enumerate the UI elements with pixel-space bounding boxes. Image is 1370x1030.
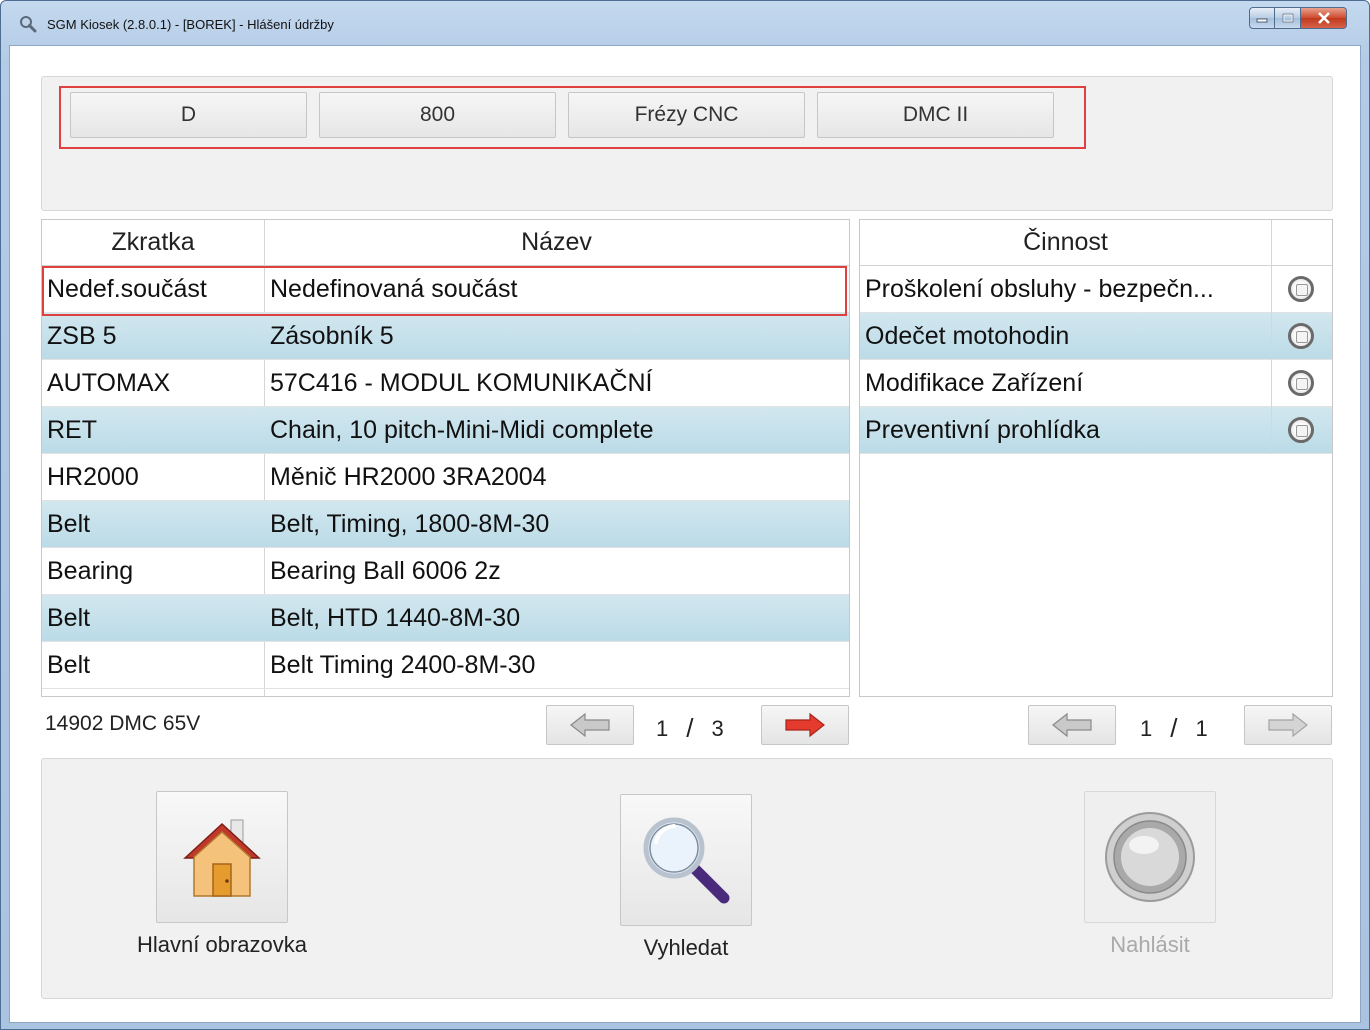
activities-table: Činnost Proškolení obsluhy - bezpečn... … — [859, 219, 1333, 697]
radio-button[interactable] — [1288, 323, 1314, 349]
filter-button-frezy-cnc[interactable]: Frézy CNC — [568, 92, 805, 138]
home-icon — [183, 819, 261, 897]
column-header-name[interactable]: Název — [264, 220, 849, 266]
cell-name: Belt, HTD 1440-8M-30 — [270, 604, 521, 632]
selected-row-highlight — [42, 266, 847, 316]
arrow-left-icon — [1052, 712, 1092, 738]
column-header-select — [1271, 220, 1332, 266]
column-divider — [1271, 266, 1272, 313]
activities-current-page: 1 — [1140, 715, 1153, 741]
activity-label: Preventivní prohlídka — [865, 416, 1100, 444]
cell-name: Bearing Ball 6006 2z — [270, 557, 501, 585]
cell-name: Zásobník 5 — [270, 322, 394, 350]
wrench-icon — [20, 16, 37, 33]
list-item[interactable]: Modifikace Zařízení — [860, 360, 1332, 407]
column-header-code[interactable]: Zkratka — [42, 220, 264, 266]
maximize-button[interactable] — [1275, 7, 1301, 29]
app-window: SGM Kiosek (2.8.0.1) - [BOREK] - Hlášení… — [0, 0, 1370, 1030]
activity-label: Modifikace Zařízení — [865, 369, 1084, 397]
cell-code: ZSB 5 — [47, 322, 117, 350]
column-divider — [1271, 313, 1272, 360]
list-item[interactable]: Preventivní prohlídka — [860, 407, 1332, 454]
action-panel: Hlavní obrazovka Vyhledat Nahlásit — [41, 758, 1333, 999]
record-button-icon — [1105, 812, 1195, 902]
cell-code: HR2000 — [47, 463, 139, 491]
filter-button-800[interactable]: 800 — [319, 92, 556, 138]
parts-page-indicator: 1 / 3 — [656, 713, 724, 744]
minimize-icon — [1256, 18, 1268, 23]
arrow-right-icon — [785, 712, 825, 738]
home-button[interactable] — [156, 791, 288, 923]
table-row[interactable]: AUTOMAX 57C416 - MODUL KOMUNIKAČNÍ — [42, 360, 849, 407]
maximize-icon — [1282, 13, 1293, 23]
parts-total-pages: 3 — [711, 715, 724, 741]
parts-next-page-button[interactable] — [761, 705, 849, 745]
close-icon — [1317, 12, 1330, 24]
arrow-left-icon — [570, 712, 610, 738]
cell-name: 57C416 - MODUL KOMUNIKAČNÍ — [270, 369, 653, 397]
activities-page-separator: / — [1170, 713, 1178, 743]
table-row[interactable]: ZSB 5 Zásobník 5 — [42, 313, 849, 360]
cell-code: Belt — [47, 510, 91, 538]
table-row[interactable]: Belt Belt, Timing, 1800-8M-30 — [42, 501, 849, 548]
table-row[interactable]: Belt Belt, HTD 1440-8M-30 — [42, 595, 849, 642]
cell-code: Belt — [47, 604, 91, 632]
table-row[interactable]: HR2000 Měnič HR2000 3RA2004 — [42, 454, 849, 501]
filter-highlight: D 800 Frézy CNC DMC II — [59, 86, 1086, 149]
parts-table: Zkratka Název Nedef.součást Nedefinovaná… — [41, 219, 850, 697]
client-area: D 800 Frézy CNC DMC II Zkratka Název Ned… — [9, 45, 1361, 1023]
filter-button-dmc-ii[interactable]: DMC II — [817, 92, 1054, 138]
search-button[interactable] — [620, 794, 752, 926]
table-row[interactable]: Belt Belt Timing 2400-8M-30 — [42, 642, 849, 689]
column-divider — [1271, 360, 1272, 407]
filter-button-d[interactable]: D — [70, 92, 307, 138]
cell-code: RET — [47, 416, 97, 444]
report-label: Nahlásit — [1110, 932, 1190, 957]
caption-buttons — [1249, 7, 1347, 29]
list-item[interactable]: Odečet motohodin — [860, 313, 1332, 360]
cell-name: Belt Timing 2400-8M-30 — [270, 651, 536, 679]
report-button[interactable] — [1084, 791, 1216, 923]
filter-panel: D 800 Frézy CNC DMC II — [41, 76, 1333, 211]
parts-page-separator: / — [686, 713, 694, 743]
close-button[interactable] — [1301, 7, 1347, 29]
arrow-right-icon — [1268, 712, 1308, 738]
column-header-activity[interactable]: Činnost — [860, 220, 1271, 266]
radio-button[interactable] — [1288, 276, 1314, 302]
activity-label: Odečet motohodin — [865, 322, 1070, 350]
home-label: Hlavní obrazovka — [137, 932, 307, 957]
activities-next-page-button[interactable] — [1244, 705, 1332, 745]
cell-name: Chain, 10 pitch-Mini-Midi complete — [270, 416, 654, 444]
table-row[interactable]: Bearing Bearing Ball 6006 2z — [42, 548, 849, 595]
cell-code: Bearing — [47, 557, 134, 585]
search-icon — [643, 817, 730, 904]
list-item[interactable]: Proškolení obsluhy - bezpečn... — [860, 266, 1332, 313]
activity-label: Proškolení obsluhy - bezpečn... — [865, 275, 1214, 303]
cell-code: AUTOMAX — [47, 369, 171, 397]
minimize-button[interactable] — [1249, 7, 1275, 29]
column-divider — [1271, 407, 1272, 454]
cell-name: Měnič HR2000 3RA2004 — [270, 463, 547, 491]
activities-total-pages: 1 — [1195, 715, 1208, 741]
parts-current-page: 1 — [656, 715, 669, 741]
parts-prev-page-button[interactable] — [546, 705, 634, 745]
column-divider — [1271, 220, 1272, 266]
activities-page-indicator: 1 / 1 — [1140, 713, 1208, 744]
window-title: SGM Kiosek (2.8.0.1) - [BOREK] - Hlášení… — [47, 17, 334, 32]
machine-info: 14902 DMC 65V — [45, 712, 201, 735]
search-label: Vyhledat — [643, 935, 729, 960]
radio-button[interactable] — [1288, 417, 1314, 443]
cell-name: Belt, Timing, 1800-8M-30 — [270, 510, 550, 538]
radio-button[interactable] — [1288, 370, 1314, 396]
table-row[interactable]: RET Chain, 10 pitch-Mini-Midi complete — [42, 407, 849, 454]
title-bar[interactable]: SGM Kiosek (2.8.0.1) - [BOREK] - Hlášení… — [1, 1, 1369, 45]
activities-prev-page-button[interactable] — [1028, 705, 1116, 745]
cell-code: Belt — [47, 651, 91, 679]
